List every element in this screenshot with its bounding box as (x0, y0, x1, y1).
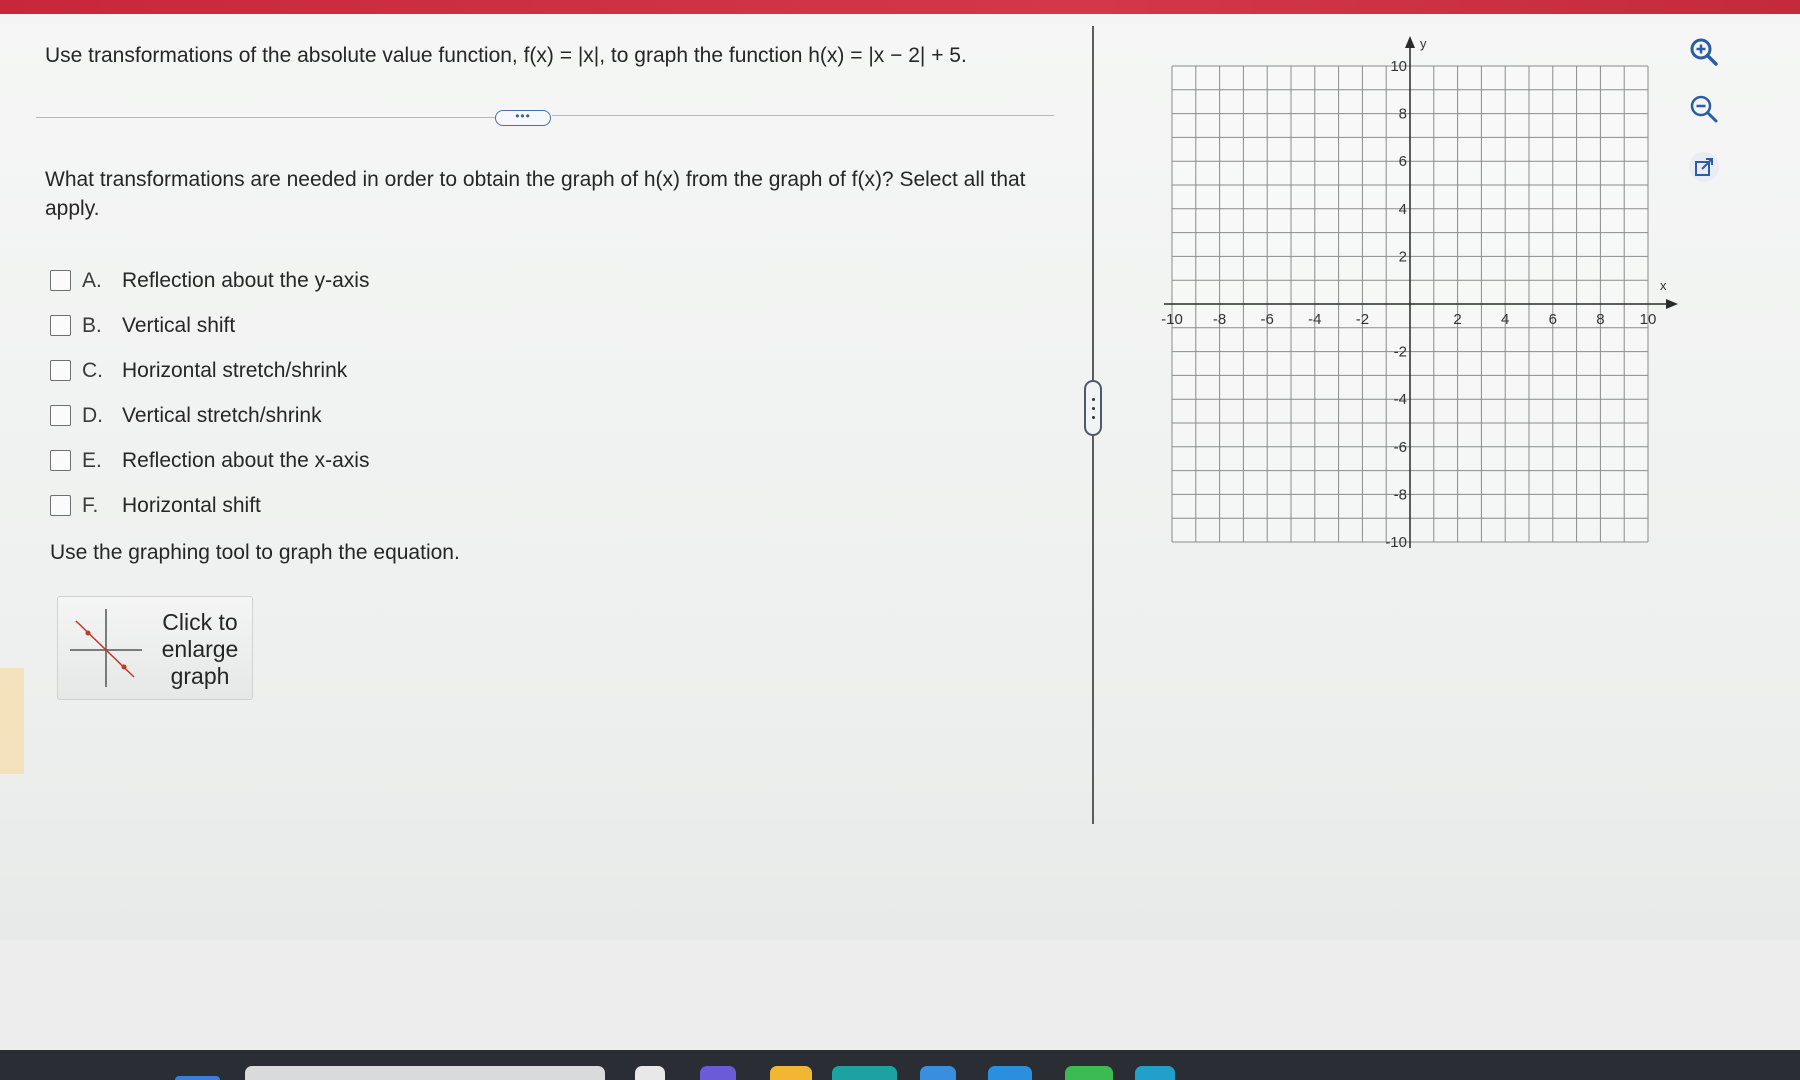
zoom-in-icon (1690, 38, 1718, 66)
x-tick-label: 8 (1596, 311, 1604, 328)
y-tick-label: 2 (1399, 248, 1407, 265)
option-label: Vertical stretch/shrink (122, 403, 322, 427)
popout-button[interactable] (1684, 147, 1724, 187)
option-label: Horizontal shift (122, 493, 261, 517)
option-f-checkbox[interactable] (50, 495, 71, 516)
y-tick-label: -6 (1394, 439, 1407, 456)
zoom-in-button[interactable] (1684, 32, 1724, 72)
option-d-checkbox[interactable] (50, 405, 71, 426)
option-label: Vertical shift (122, 313, 236, 337)
x-axis-arrow (1666, 299, 1678, 309)
chrome-icon[interactable] (1065, 1066, 1113, 1080)
y-tick-label: -4 (1394, 391, 1407, 408)
option-f[interactable]: F. Horizontal shift (50, 483, 369, 528)
option-a-checkbox[interactable] (50, 270, 71, 291)
header-bar (0, 0, 1800, 14)
zoom-out-button[interactable] (1684, 89, 1724, 129)
x-tick-label: 6 (1549, 311, 1557, 328)
taskbar-app-icon[interactable] (1135, 1066, 1175, 1080)
question-prompt: What transformations are needed in order… (45, 168, 1026, 220)
graph-instruction: Use the graphing tool to graph the equat… (50, 541, 460, 564)
option-b[interactable]: B. Vertical shift (50, 303, 369, 348)
question-intro: Use transformations of the absolute valu… (45, 44, 967, 67)
taskbar-app-icon[interactable] (635, 1066, 665, 1080)
taskbar-search[interactable] (245, 1066, 605, 1080)
enlarge-graph-label: Click to enlarge graph (161, 609, 239, 689)
y-tick-label: 10 (1390, 58, 1407, 75)
external-link-icon (1689, 152, 1719, 182)
pane-resize-handle[interactable] (1084, 380, 1102, 436)
taskbar-indicator (175, 1076, 220, 1080)
option-c[interactable]: C. Horizontal stretch/shrink (50, 348, 369, 393)
option-b-checkbox[interactable] (50, 315, 71, 336)
divider (552, 115, 1054, 116)
x-tick-label: -4 (1308, 311, 1321, 328)
left-accent-tab (0, 668, 24, 774)
taskbar-app-icon[interactable] (832, 1066, 897, 1080)
x-tick-label: -6 (1261, 311, 1274, 328)
folder-icon[interactable] (770, 1066, 812, 1080)
coordinate-grid[interactable]: x y -10 -8 -6 -4 -2 2 4 6 8 10 10 8 6 4 2 -2 -4 -6 -8 -10 (1150, 32, 1690, 552)
option-letter: F. (82, 493, 99, 517)
option-label: Reflection about the x-axis (122, 448, 370, 472)
y-axis-label: y (1420, 36, 1427, 51)
y-axis-arrow (1405, 36, 1415, 48)
option-e[interactable]: E. Reflection about the x-axis (50, 438, 369, 483)
x-tick-label: 10 (1640, 311, 1657, 328)
option-d[interactable]: D. Vertical stretch/shrink (50, 393, 369, 438)
zoom-out-icon (1690, 95, 1718, 123)
y-tick-label: 6 (1399, 153, 1407, 170)
page-footer-area (0, 940, 1800, 1050)
option-letter: C. (82, 358, 103, 382)
handle-dot (1092, 407, 1095, 410)
taskbar-app-icon[interactable] (700, 1066, 736, 1080)
option-label: Reflection about the y-axis (122, 268, 370, 292)
taskbar-app-icon[interactable] (920, 1066, 956, 1080)
x-tick-label: -10 (1161, 311, 1183, 328)
answer-options: A. Reflection about the y-axis B. Vertic… (50, 258, 369, 528)
option-letter: B. (82, 313, 102, 337)
option-letter: A. (82, 268, 102, 292)
option-letter: E. (82, 448, 102, 472)
x-axis-label: x (1660, 278, 1667, 293)
enlarge-graph-button[interactable]: Click to enlarge graph (57, 596, 253, 700)
option-a[interactable]: A. Reflection about the y-axis (50, 258, 369, 303)
option-c-checkbox[interactable] (50, 360, 71, 381)
handle-dot (1092, 398, 1095, 401)
option-e-checkbox[interactable] (50, 450, 71, 471)
y-tick-label: 8 (1399, 106, 1407, 123)
header-strip (0, 14, 1800, 24)
y-tick-label: 4 (1399, 201, 1407, 218)
x-tick-label: 4 (1501, 311, 1509, 328)
taskbar-app-icon[interactable] (988, 1066, 1032, 1080)
divider (36, 117, 496, 118)
x-tick-label: 2 (1453, 311, 1461, 328)
y-tick-label: -2 (1394, 344, 1407, 361)
option-label: Horizontal stretch/shrink (122, 358, 348, 382)
handle-dot (1092, 416, 1095, 419)
expand-button[interactable]: ••• (495, 110, 551, 126)
graph-thumbnail-icon (70, 609, 142, 687)
y-tick-label: -8 (1394, 486, 1407, 503)
graph-area[interactable]: x y -10 -8 -6 -4 -2 2 4 6 8 10 10 8 6 4 2 -2 -4 -6 -8 -10 (1150, 32, 1690, 552)
y-tick-label: -10 (1385, 534, 1407, 551)
x-tick-label: -2 (1356, 311, 1369, 328)
x-tick-label: -8 (1213, 311, 1226, 328)
option-letter: D. (82, 403, 103, 427)
